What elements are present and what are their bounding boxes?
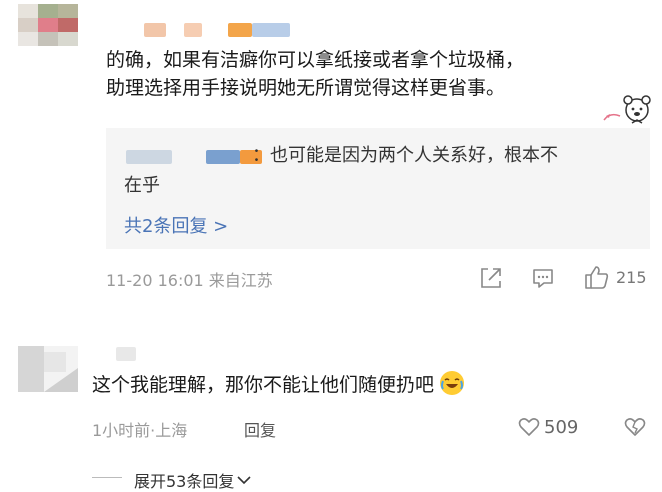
timestamp-location: 11-20 16:01 来自江苏 — [106, 271, 273, 290]
comment-line: 的确，如果有洁癖你可以拿纸接或者拿个垃圾桶， — [106, 49, 525, 71]
view-replies-link[interactable]: 共2条回复 > — [124, 212, 228, 238]
reply-button[interactable]: 回复 — [244, 417, 276, 441]
sticker-image — [603, 95, 651, 124]
reply-line: 在乎 — [124, 175, 160, 196]
expand-replies-button[interactable]: 展开53条回复 — [134, 468, 252, 492]
chevron-down-icon — [237, 476, 251, 485]
divider — [92, 477, 122, 478]
like-count: 509 — [544, 417, 579, 438]
broken-heart-icon[interactable] — [624, 417, 646, 437]
comment-line: 助理选择用手接说明她无所谓觉得这样更省事。 — [106, 77, 506, 99]
timestamp-location: 1小时前·上海 — [92, 421, 188, 440]
share-icon[interactable] — [480, 267, 502, 289]
like-count: 215 — [616, 268, 647, 287]
laugh-cry-emoji — [440, 371, 465, 395]
username[interactable] — [144, 23, 294, 37]
thumbs-up-icon[interactable] — [584, 264, 610, 290]
comment-text: 这个我能理解，那你不能让他们随便扔吧 — [92, 371, 465, 399]
avatar[interactable] — [18, 346, 78, 392]
heart-icon[interactable] — [518, 417, 540, 437]
avatar[interactable] — [18, 4, 80, 46]
expand-label: 展开53条回复 — [134, 472, 235, 491]
reply-thread[interactable]: ：也可能是因为两个人关系好，根本不 在乎 共2条回复 > — [106, 128, 650, 249]
comment-text: 的确，如果有洁癖你可以拿纸接或者拿个垃圾桶， 助理选择用手接说明她无所谓觉得这样… — [106, 46, 636, 102]
reply-line: ：也可能是因为两个人关系好，根本不 — [252, 145, 558, 166]
reply-username[interactable] — [126, 150, 266, 164]
comment-icon[interactable] — [532, 267, 554, 289]
username[interactable] — [116, 347, 136, 361]
comment-line: 这个我能理解，那你不能让他们随便扔吧 — [92, 374, 435, 396]
